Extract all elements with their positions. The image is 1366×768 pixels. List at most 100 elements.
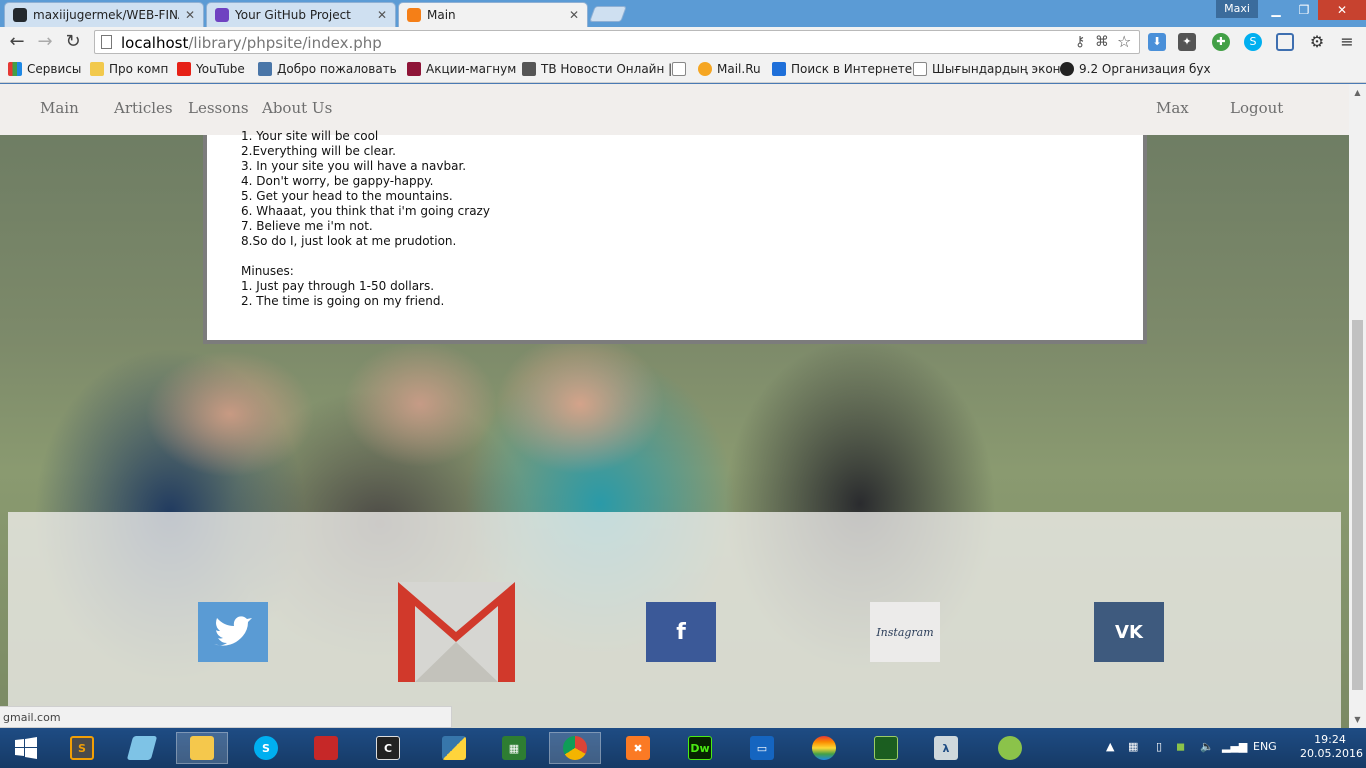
profile-badge[interactable]: Maxi [1216, 0, 1258, 18]
taskbar-dreamweaver[interactable]: Dw [674, 732, 726, 764]
bookmark-youtube[interactable]: YouTube [177, 62, 245, 76]
taskbar-save[interactable]: ▭ [736, 732, 788, 764]
page-scrollbar[interactable]: ▲ ▼ [1349, 84, 1366, 728]
taskbar-python[interactable] [428, 732, 480, 764]
menu-icon[interactable]: ≡ [1338, 33, 1356, 51]
skype-icon: S [254, 736, 278, 760]
scroll-down-icon[interactable]: ▼ [1349, 711, 1366, 728]
bookmark-mailru[interactable]: Mail.Ru [698, 62, 761, 76]
new-tab-button[interactable] [589, 6, 627, 22]
cast-icon[interactable] [1276, 33, 1294, 51]
restore-icon[interactable]: ❐ [1290, 0, 1318, 20]
instagram-icon: Instagram [876, 625, 934, 639]
scrollbar-thumb[interactable] [1352, 320, 1363, 690]
taskbar-book[interactable] [300, 732, 352, 764]
magnum-icon [407, 62, 421, 76]
content-text: 1. Your site will be cool 2.Everything w… [241, 129, 490, 308]
tab-main[interactable]: Main ✕ [398, 2, 588, 27]
site-icon [1060, 62, 1074, 76]
taskbar-skype[interactable]: S [240, 732, 292, 764]
taskbar-android[interactable] [984, 732, 1036, 764]
address-bar[interactable]: localhost/library/phpsite/index.php ⚷ ⌘ … [94, 30, 1140, 54]
skype-icon[interactable]: S [1244, 33, 1262, 51]
taskbar-chrome[interactable] [549, 732, 601, 764]
facebook-link[interactable]: f [646, 602, 716, 662]
taskbar-terminal[interactable]: C [362, 732, 414, 764]
close-icon[interactable]: ✕ [377, 8, 387, 22]
tab-github-repo[interactable]: maxiijugermek/WEB-FINA ✕ [4, 2, 204, 27]
taskbar-translate[interactable]: λ [920, 732, 972, 764]
battery-icon[interactable]: ▯ [1156, 740, 1162, 753]
windows-taskbar: S S C ▦ ✖ Dw ▭ λ ▲ ▦ ▯ ◼ 🔈 ▂▄▆ ENG 19:24… [0, 728, 1366, 768]
page-icon [101, 35, 112, 49]
bookmark-star-icon[interactable]: ☆ [1117, 32, 1131, 51]
vk-icon: VK [1115, 621, 1143, 643]
gear-icon[interactable]: ⚙ [1308, 33, 1326, 51]
gmail-icon [398, 582, 515, 682]
tab-github-project[interactable]: Your GitHub Project ✕ [206, 2, 396, 27]
key-icon[interactable]: ⚷ [1075, 34, 1085, 50]
pattern-icon [874, 736, 898, 760]
windows-logo-icon [15, 737, 37, 759]
taskbar-notes[interactable] [116, 732, 168, 764]
start-button[interactable] [0, 732, 52, 764]
xampp-icon [407, 8, 421, 22]
nvidia-icon[interactable]: ◼ [1176, 740, 1185, 753]
minimize-icon[interactable]: ▁ [1262, 0, 1290, 20]
nav-main[interactable]: Main [40, 99, 79, 117]
gmail-link[interactable] [398, 582, 515, 682]
close-icon[interactable]: ✕ [185, 8, 195, 22]
xampp-icon: ✖ [626, 736, 650, 760]
tab-title: maxiijugermek/WEB-FINA [33, 8, 179, 22]
status-bar: gmail.com [0, 706, 452, 728]
taskbar-sublime[interactable]: S [56, 732, 108, 764]
bookmark-vk[interactable]: Добро пожаловать [258, 62, 397, 76]
rainbow-icon [812, 736, 836, 760]
bookmark-accounting[interactable]: 9.2 Организация бух [1060, 62, 1211, 76]
taskbar-pattern[interactable] [860, 732, 912, 764]
taskbar-calculator[interactable]: ▦ [488, 732, 540, 764]
page-icon [913, 62, 927, 76]
bookmark-search[interactable]: Поиск в Интернете [772, 62, 912, 76]
github-icon [13, 8, 27, 22]
sublime-icon: S [70, 736, 94, 760]
nav-lessons[interactable]: Lessons [188, 99, 249, 117]
download-icon[interactable]: ⬇ [1148, 33, 1166, 51]
nav-articles[interactable]: Articles [114, 99, 173, 117]
clock[interactable]: 19:24 20.05.2016 [1300, 733, 1363, 761]
volume-icon[interactable]: 🔈 [1200, 740, 1214, 753]
forward-icon[interactable]: → [34, 31, 56, 53]
extension-green-icon[interactable]: ✚ [1212, 33, 1230, 51]
bookmark-magnum[interactable]: Акции-магнум [407, 62, 516, 76]
language-indicator[interactable]: ENG [1253, 740, 1277, 753]
bookmark-services[interactable]: Сервисы [8, 62, 81, 76]
action-center-icon[interactable]: ▦ [1128, 740, 1138, 753]
taskbar-xampp[interactable]: ✖ [612, 732, 664, 764]
bookmark-economy[interactable]: Шығындардың эконо [913, 62, 1068, 76]
reload-icon[interactable]: ↻ [62, 31, 84, 53]
nav-about[interactable]: About Us [262, 99, 332, 117]
twitter-link[interactable] [198, 602, 268, 662]
back-icon[interactable]: ← [6, 31, 28, 53]
folder-icon [90, 62, 104, 76]
taskbar-rainbow[interactable] [798, 732, 850, 764]
taskbar-explorer[interactable] [176, 732, 228, 764]
url-text[interactable]: localhost/library/phpsite/index.php [121, 34, 382, 52]
scroll-up-icon[interactable]: ▲ [1349, 84, 1366, 101]
window-close-icon[interactable]: ✕ [1318, 0, 1366, 20]
python-icon [442, 736, 466, 760]
translate-icon[interactable]: ⌘ [1095, 34, 1109, 50]
nav-user[interactable]: Max [1156, 99, 1189, 117]
instagram-link[interactable]: Instagram [870, 602, 940, 662]
vk-link[interactable]: VK [1094, 602, 1164, 662]
youtube-icon [177, 62, 191, 76]
bookmark-page[interactable] [672, 62, 691, 76]
extension-icon[interactable]: ✦ [1178, 33, 1196, 51]
nav-logout[interactable]: Logout [1230, 99, 1283, 117]
bookmark-tv[interactable]: ТВ Новости Онлайн | [522, 62, 672, 76]
network-icon[interactable]: ▂▄▆ [1222, 740, 1247, 753]
project-icon [215, 8, 229, 22]
tray-expand-icon[interactable]: ▲ [1106, 740, 1114, 753]
close-icon[interactable]: ✕ [569, 8, 579, 22]
bookmark-folder[interactable]: Про комп [90, 62, 168, 76]
